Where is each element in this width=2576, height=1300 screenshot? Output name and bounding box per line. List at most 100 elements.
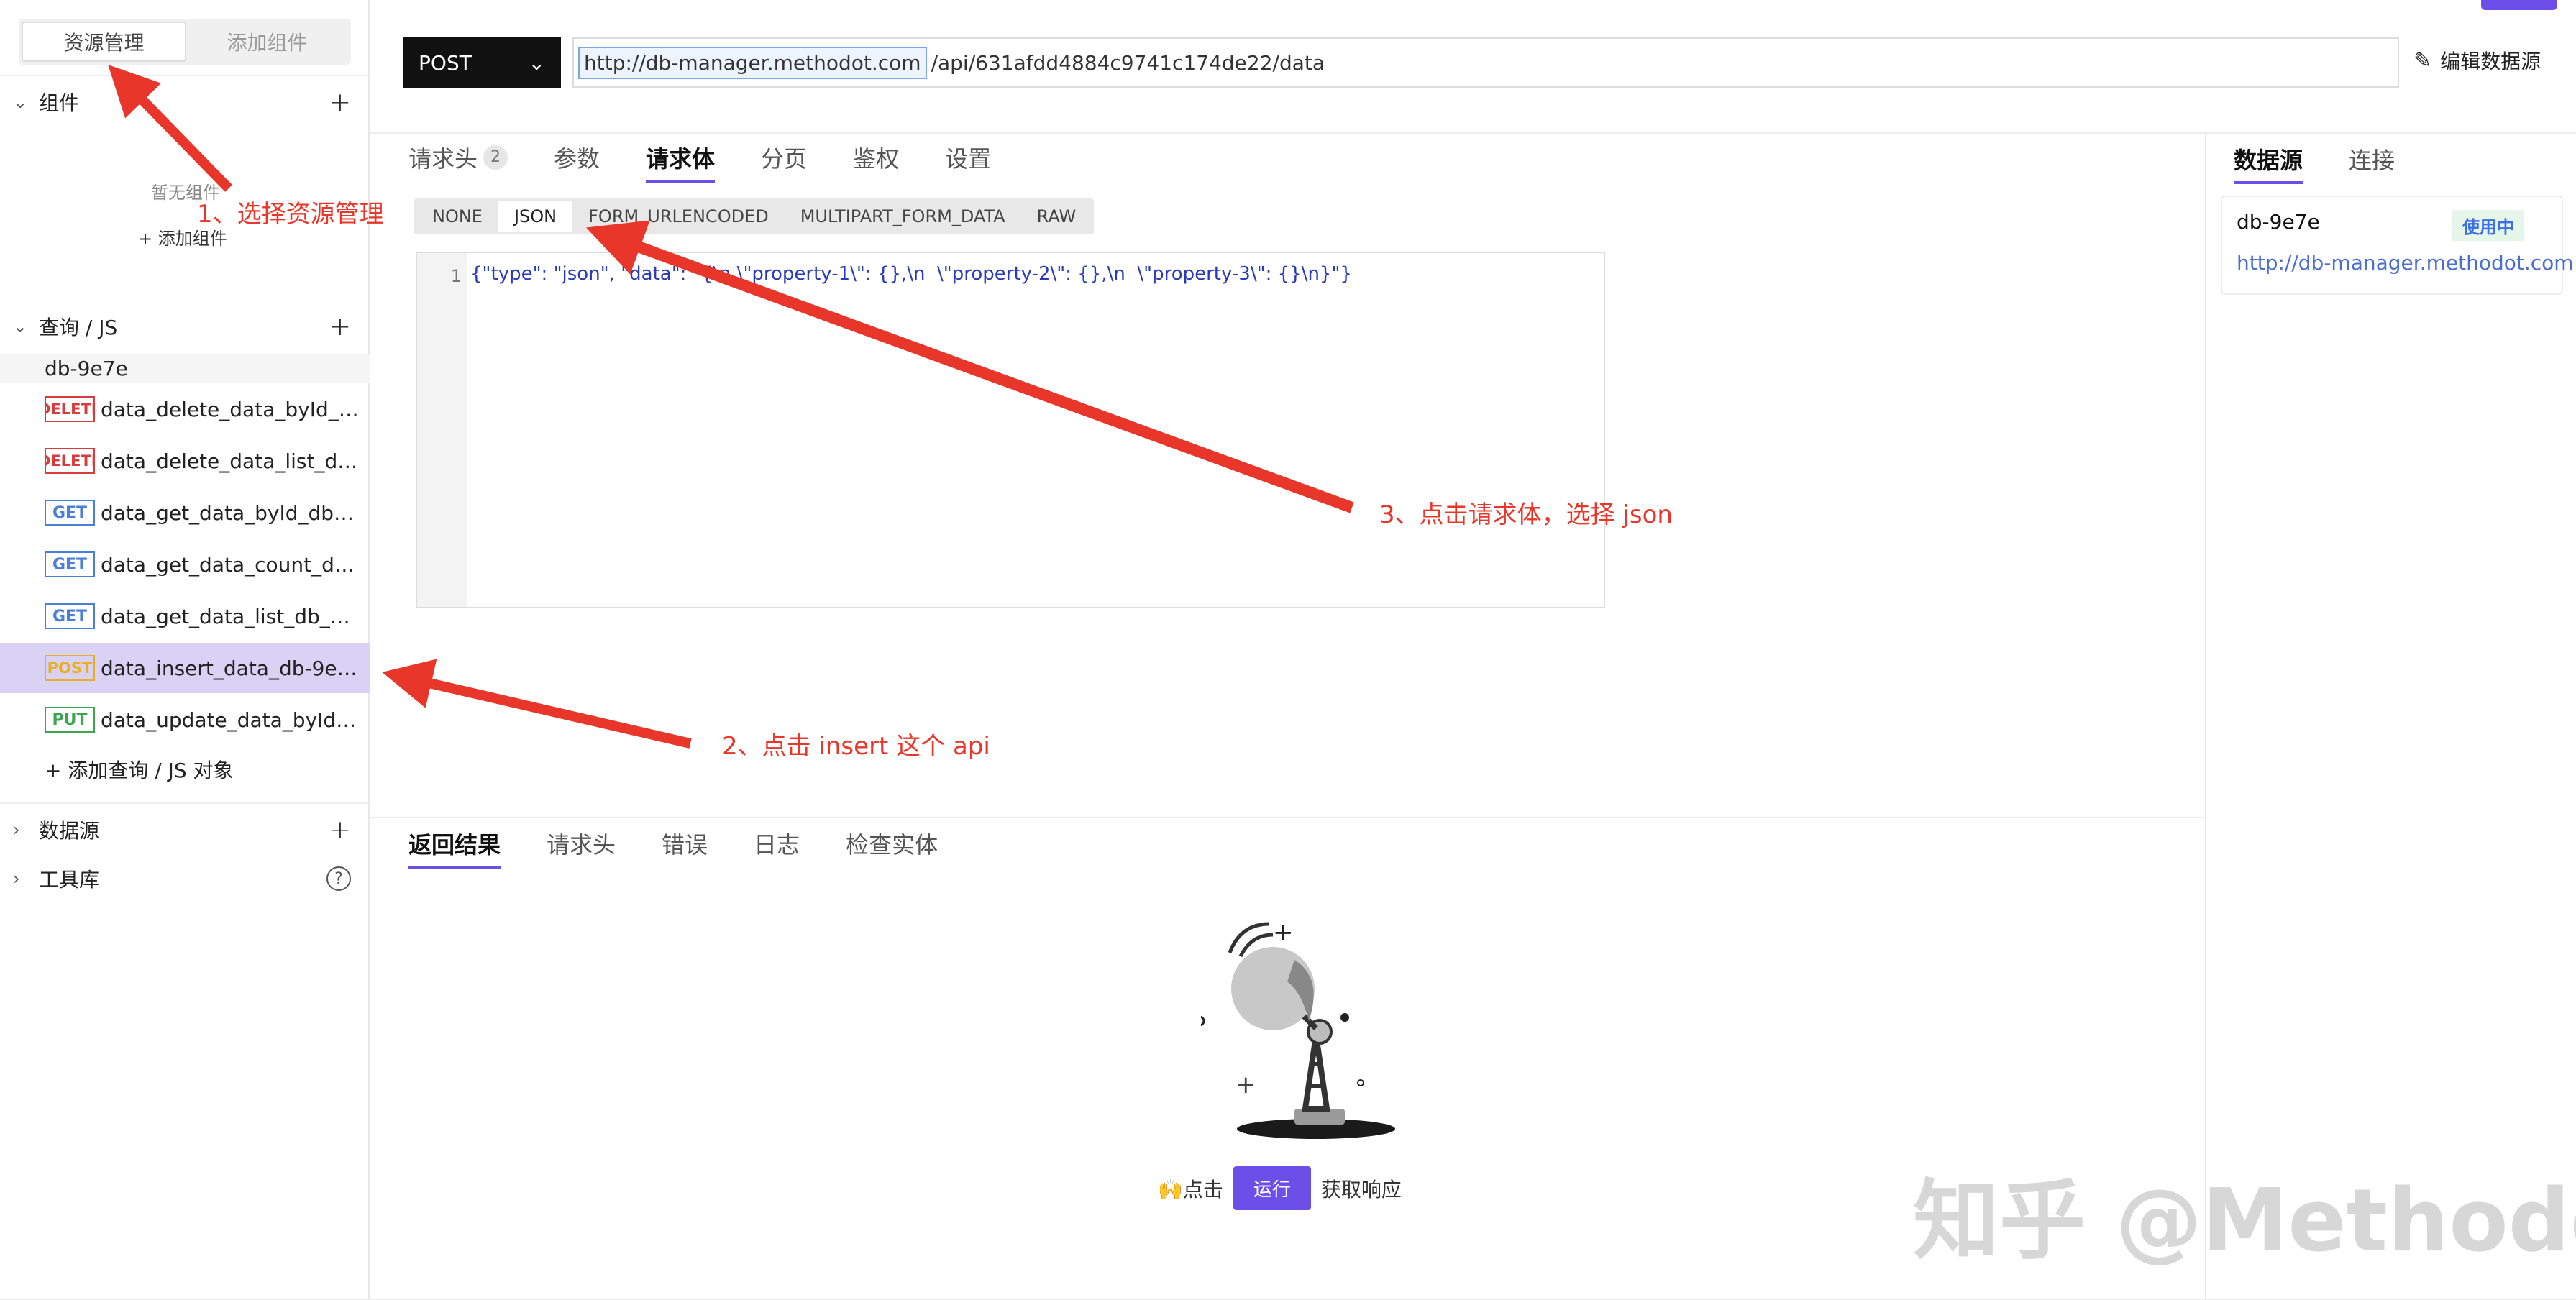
svg-text:+: + xyxy=(1273,918,1294,947)
tab-request-headers[interactable]: 请求头 2 xyxy=(408,132,508,183)
editor-gutter xyxy=(417,253,467,607)
body-type-json[interactable]: JSON xyxy=(498,201,573,232)
body-type-form-urlencoded[interactable]: FORM_URLENCODED xyxy=(572,201,785,232)
method-badge: POST xyxy=(45,655,95,681)
query-name: data_delete_data_byId_d... xyxy=(101,397,360,421)
run-hint: 🙌点击 运行 获取响应 xyxy=(1158,1166,1402,1210)
add-datasource-plus-icon[interactable]: + xyxy=(329,815,351,845)
annotation-step-1: 1、选择资源管理 xyxy=(197,200,384,229)
tab-inspect-entity[interactable]: 检查实体 xyxy=(846,818,938,869)
divider xyxy=(0,75,370,76)
body-type-none[interactable]: NONE xyxy=(416,201,498,232)
annotation-step-3: 3、点击请求体，选择 json xyxy=(1379,500,1673,529)
add-query-plus-icon[interactable]: + xyxy=(329,312,351,342)
add-component-plus-icon[interactable]: + xyxy=(329,88,351,117)
chevron-right-icon: › xyxy=(13,820,20,840)
query-name: data_update_data_byId_... xyxy=(101,708,360,732)
headers-count-badge: 2 xyxy=(483,145,508,170)
datasource-group-label: db-9e7e xyxy=(0,354,370,383)
response-tabs: 返回结果 请求头 错误 日志 检查实体 xyxy=(408,818,984,869)
query-item[interactable]: GET data_get_data_list_db_9e... xyxy=(0,591,370,641)
datasource-card[interactable]: db-9e7e 使用中 http://db-manager.methodot.c… xyxy=(2221,196,2574,295)
add-query-link[interactable]: + 添加查询 / JS 对象 xyxy=(45,755,234,784)
query-item[interactable]: DELETE data_delete_data_list_db... xyxy=(0,436,370,486)
datasources-title: 数据源 xyxy=(39,819,100,843)
help-icon[interactable]: ? xyxy=(326,866,351,891)
toolbox-section-header[interactable]: › 工具库 ? xyxy=(0,857,370,900)
empty-state-illustration: + + xyxy=(1201,918,1395,1139)
divider xyxy=(0,802,370,804)
query-item[interactable]: PUT data_update_data_byId_... xyxy=(0,695,370,745)
tab-label: 请求头 xyxy=(408,145,478,173)
corner-primary-button[interactable] xyxy=(2481,0,2557,10)
hint-suffix: 获取响应 xyxy=(1320,1177,1402,1201)
method-badge: DELETE xyxy=(45,396,95,422)
tab-response-result[interactable]: 返回结果 xyxy=(408,818,501,869)
svg-text:+: + xyxy=(1236,1071,1256,1099)
method-select[interactable]: POST ⌄ xyxy=(403,37,561,88)
request-tabs: 请求头 2 参数 请求体 分页 鉴权 设置 xyxy=(408,132,1037,183)
body-type-selector: NONE JSON FORM_URLENCODED MULTIPART_FORM… xyxy=(414,198,1095,234)
query-item[interactable]: GET data_get_data_count_db-... xyxy=(0,539,370,590)
query-name: data_insert_data_db-9e7e xyxy=(101,656,360,680)
tab-settings[interactable]: 设置 xyxy=(945,132,991,183)
code-line: {"type": "json", "data": "{\n \"property… xyxy=(470,263,1352,285)
hint-prefix: 🙌点击 xyxy=(1158,1177,1223,1201)
tab-logs[interactable]: 日志 xyxy=(754,818,800,869)
body-type-raw[interactable]: RAW xyxy=(1021,201,1092,232)
components-title: 组件 xyxy=(39,91,80,115)
run-button[interactable]: 运行 xyxy=(1233,1166,1311,1210)
query-item-selected[interactable]: POST data_insert_data_db-9e7e xyxy=(0,643,370,693)
tab-resource-management[interactable]: 资源管理 xyxy=(22,22,186,62)
chevron-down-icon: ⌄ xyxy=(13,92,28,112)
line-number: 1 xyxy=(450,266,462,286)
watermark: 知乎 @Methodot xyxy=(1913,1171,2576,1271)
query-name: data_delete_data_list_db... xyxy=(101,449,360,473)
edit-icon: ✎ xyxy=(2413,47,2432,73)
right-panel: 数据源 连接 db-9e7e 使用中 http://db-manager.met… xyxy=(2205,134,2576,1300)
query-item[interactable]: GET data_get_data_byId_db_... xyxy=(0,487,370,538)
url-base-chip: http://db-manager.methodot.com xyxy=(578,46,927,79)
chevron-right-icon: › xyxy=(13,869,20,889)
method-badge: DELETE xyxy=(45,448,95,474)
queries-section-header[interactable]: ⌄ 查询 / JS + xyxy=(0,305,370,348)
datasource-url: http://db-manager.methodot.com xyxy=(2237,251,2574,275)
method-badge: GET xyxy=(45,500,95,526)
method-badge: PUT xyxy=(45,707,95,733)
query-item[interactable]: DELETE data_delete_data_byId_d... xyxy=(0,384,370,434)
tab-request-body[interactable]: 请求体 xyxy=(646,132,716,183)
plus-icon: + xyxy=(45,759,68,782)
tab-pagination[interactable]: 分页 xyxy=(761,132,807,183)
queries-title: 查询 / JS xyxy=(39,316,118,339)
tab-errors[interactable]: 错误 xyxy=(662,818,708,869)
tab-auth[interactable]: 鉴权 xyxy=(853,132,899,183)
tab-connection[interactable]: 连接 xyxy=(2349,134,2395,184)
url-input[interactable]: http://db-manager.methodot.com /api/631a… xyxy=(572,37,2399,88)
method-badge: GET xyxy=(45,551,95,577)
query-name: data_get_data_byId_db_... xyxy=(101,500,360,525)
url-path: /api/631afdd4884c9741c174de22/data xyxy=(931,50,1325,75)
status-badge: 使用中 xyxy=(2452,210,2524,241)
tab-datasource[interactable]: 数据源 xyxy=(2234,134,2303,184)
toolbox-title: 工具库 xyxy=(39,868,100,892)
edit-datasource-label: 编辑数据源 xyxy=(2440,50,2541,73)
chevron-down-icon: ⌄ xyxy=(13,316,28,337)
annotation-step-2: 2、点击 insert 这个 api xyxy=(722,732,990,761)
datasources-section-header[interactable]: › 数据源 + xyxy=(0,808,370,851)
method-value: POST xyxy=(419,50,472,75)
right-panel-tabs: 数据源 连接 xyxy=(2234,134,2441,184)
body-type-multipart[interactable]: MULTIPART_FORM_DATA xyxy=(785,201,1021,232)
tab-add-component[interactable]: 添加组件 xyxy=(186,22,348,62)
edit-datasource-button[interactable]: ✎ 编辑数据源 xyxy=(2413,46,2541,75)
chevron-down-icon: ⌄ xyxy=(528,50,545,75)
components-section-header[interactable]: ⌄ 组件 + xyxy=(0,81,370,124)
query-name: data_get_data_list_db_9e... xyxy=(101,604,360,628)
sidebar-segmented-control: 资源管理 添加组件 xyxy=(19,19,351,65)
body-code-editor[interactable]: 1 {"type": "json", "data": "{\n \"proper… xyxy=(416,252,1605,608)
tab-params[interactable]: 参数 xyxy=(554,132,600,183)
method-badge: GET xyxy=(45,603,95,629)
arrow-2 xyxy=(382,659,692,749)
tab-response-headers[interactable]: 请求头 xyxy=(547,818,616,869)
query-name: data_get_data_count_db-... xyxy=(101,552,360,577)
add-query-label: 添加查询 / JS 对象 xyxy=(68,759,234,782)
